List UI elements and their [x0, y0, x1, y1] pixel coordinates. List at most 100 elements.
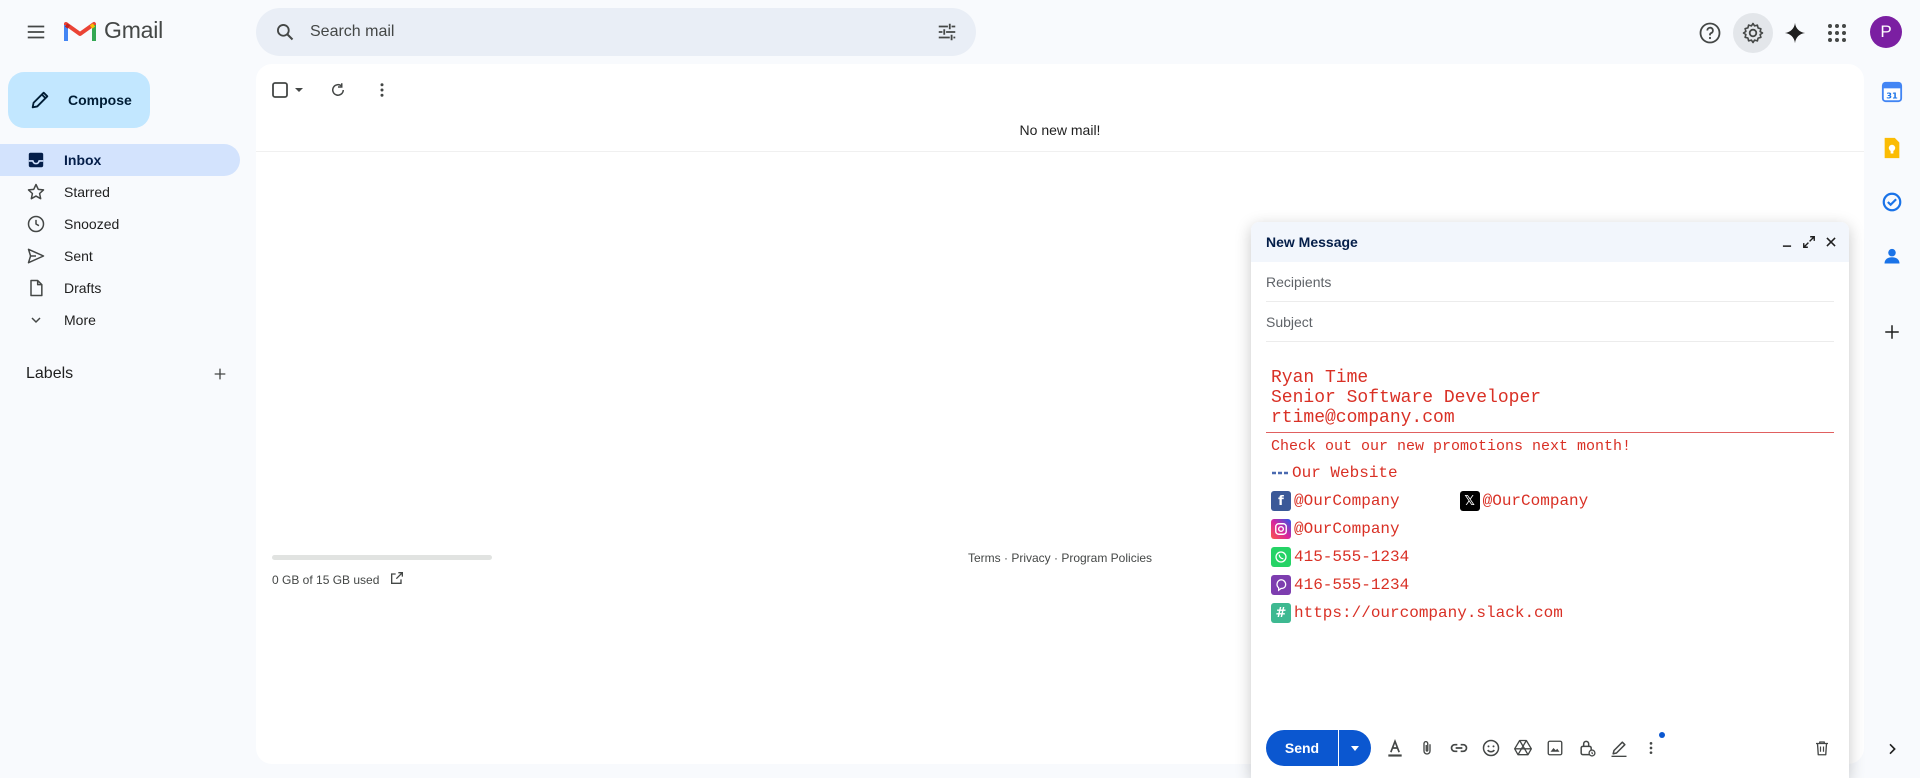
refresh-icon[interactable]: [322, 74, 354, 106]
gemini-sparkle-icon[interactable]: [1775, 13, 1815, 53]
whatsapp-number[interactable]: 415-555-1234: [1294, 548, 1409, 566]
attach-file-icon[interactable]: [1415, 736, 1439, 760]
slack-icon: #: [1271, 603, 1291, 623]
compose-header[interactable]: New Message: [1251, 222, 1849, 262]
twitter-handle[interactable]: @OurCompany: [1483, 492, 1589, 510]
send-button[interactable]: Send: [1266, 730, 1338, 766]
calendar-icon[interactable]: 31: [1880, 80, 1904, 104]
insert-signature-icon[interactable]: [1607, 736, 1631, 760]
storage-info: 0 GB of 15 GB used: [272, 570, 405, 589]
tasks-icon[interactable]: [1880, 190, 1904, 214]
sidebar-item-inbox[interactable]: Inbox: [0, 144, 240, 176]
signature-email: rtime@company.com: [1271, 408, 1455, 428]
social-row-slack: # https://ourcompany.slack.com: [1266, 599, 1834, 627]
mail-toolbar: [266, 74, 398, 106]
fullscreen-icon[interactable]: [1799, 232, 1819, 252]
sidebar-item-label: Inbox: [64, 152, 102, 168]
clock-icon: [26, 214, 46, 234]
slack-link[interactable]: https://ourcompany.slack.com: [1294, 604, 1563, 622]
account-avatar[interactable]: P: [1870, 16, 1902, 48]
gmail-m-icon: [64, 21, 96, 41]
signature-promo: Check out our new promotions next month!: [1271, 437, 1632, 455]
search-options-icon[interactable]: [930, 15, 964, 49]
pencil-icon: [28, 88, 52, 112]
gmail-logo[interactable]: Gmail: [64, 17, 163, 44]
more-vert-icon[interactable]: [366, 74, 398, 106]
main-menu-button[interactable]: [17, 13, 55, 51]
confidential-mode-icon[interactable]: [1575, 736, 1599, 760]
website-icon: [1271, 468, 1289, 478]
subject-field[interactable]: Subject: [1266, 302, 1834, 342]
website-line[interactable]: Our Website: [1266, 459, 1834, 487]
sidebar-item-starred[interactable]: Starred: [0, 176, 240, 208]
sidebar-item-snoozed[interactable]: Snoozed: [0, 208, 240, 240]
storage-text: 0 GB of 15 GB used: [272, 572, 380, 587]
notification-dot-icon: [1659, 732, 1665, 738]
sidebar-item-label: Starred: [64, 184, 110, 200]
compose-button[interactable]: Compose: [8, 72, 150, 128]
star-icon: [26, 182, 46, 202]
instagram-handle[interactable]: @OurCompany: [1294, 520, 1400, 538]
message-body[interactable]: Ryan Time Senior Software Developer rtim…: [1266, 368, 1834, 627]
recipients-placeholder: Recipients: [1266, 273, 1332, 290]
whatsapp-icon: [1271, 547, 1291, 567]
hamburger-icon: [27, 25, 45, 39]
keep-icon[interactable]: [1880, 136, 1904, 160]
send-options-dropdown[interactable]: [1339, 730, 1371, 766]
viber-number[interactable]: 416-555-1234: [1294, 576, 1409, 594]
social-row-viber: 416-555-1234: [1266, 571, 1834, 599]
get-addons-plus-icon[interactable]: [1880, 320, 1904, 344]
add-label-plus-icon[interactable]: [208, 362, 232, 386]
checkbox-icon: [272, 82, 303, 98]
formatting-options-icon[interactable]: [1383, 736, 1407, 760]
apps-grid-icon[interactable]: [1817, 13, 1857, 53]
select-all-checkbox[interactable]: [266, 74, 310, 106]
inbox-icon: [26, 150, 46, 170]
open-external-icon[interactable]: [389, 570, 405, 589]
signature-block: Ryan Time Senior Software Developer rtim…: [1266, 368, 1834, 433]
settings-gear-icon[interactable]: [1733, 13, 1773, 53]
send-button-group: Send: [1266, 730, 1371, 766]
compose-toolbar: Send: [1266, 730, 1834, 766]
sidebar-item-more[interactable]: More: [0, 304, 240, 336]
instagram-icon: [1271, 519, 1291, 539]
social-row-facebook-twitter: f @OurCompany 𝕏 @OurCompany: [1266, 487, 1834, 515]
google-drive-icon[interactable]: [1511, 736, 1535, 760]
signature-role: Senior Software Developer: [1271, 388, 1542, 408]
x-twitter-icon: 𝕏: [1459, 491, 1480, 511]
contacts-icon[interactable]: [1880, 244, 1904, 268]
empty-inbox-message: No new mail!: [256, 122, 1864, 152]
sidebar-item-label: Sent: [64, 248, 93, 264]
compose-title: New Message: [1266, 234, 1358, 250]
labels-header: Labels: [26, 362, 232, 386]
insert-emoji-icon[interactable]: [1479, 736, 1503, 760]
svg-text:31: 31: [1886, 90, 1898, 100]
send-icon: [26, 246, 46, 266]
search-icon[interactable]: [268, 15, 302, 49]
labels-title: Labels: [26, 365, 74, 382]
search-bar[interactable]: [256, 8, 976, 56]
facebook-icon: f: [1271, 491, 1291, 511]
sidebar-nav: Inbox Starred Snoozed Sent Drafts More: [0, 144, 240, 336]
sidebar-item-label: Drafts: [64, 280, 102, 296]
facebook-handle[interactable]: @OurCompany: [1294, 492, 1400, 510]
footer-links[interactable]: Terms · Privacy · Program Policies: [968, 551, 1152, 565]
chevron-right-icon[interactable]: [1880, 737, 1904, 761]
help-icon[interactable]: [1690, 13, 1730, 53]
app-name: Gmail: [104, 17, 164, 43]
storage-bar: [272, 555, 492, 560]
more-options-icon[interactable]: [1639, 732, 1665, 760]
side-panel: 31: [1864, 64, 1920, 778]
discard-draft-trash-icon[interactable]: [1810, 736, 1834, 760]
insert-photo-icon[interactable]: [1543, 736, 1567, 760]
insert-link-icon[interactable]: [1447, 736, 1471, 760]
social-row-instagram: @OurCompany: [1266, 515, 1834, 543]
caret-down-icon: [1351, 746, 1359, 751]
sidebar-item-sent[interactable]: Sent: [0, 240, 240, 272]
recipients-field[interactable]: Recipients: [1266, 262, 1834, 302]
close-icon[interactable]: [1821, 232, 1841, 252]
website-link[interactable]: Our Website: [1292, 464, 1398, 482]
sidebar-item-drafts[interactable]: Drafts: [0, 272, 240, 304]
minimize-icon[interactable]: [1777, 232, 1797, 252]
search-input[interactable]: [310, 23, 910, 41]
